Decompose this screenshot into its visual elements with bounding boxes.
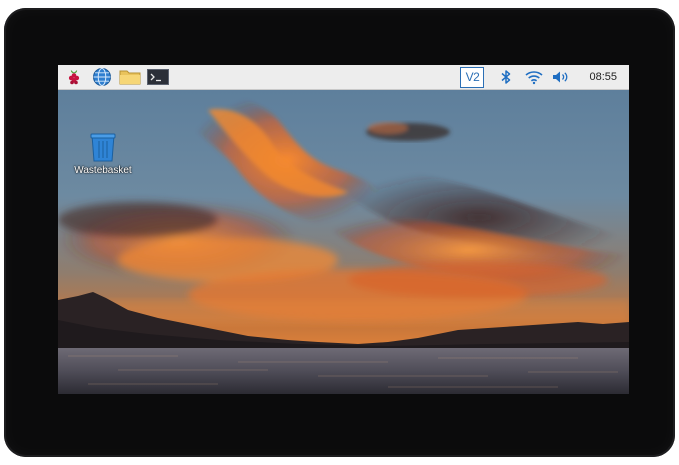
vnc-icon: V2 — [465, 70, 480, 84]
web-browser-icon — [93, 68, 111, 86]
desktop-icon-label: Wastebasket — [74, 165, 132, 176]
volume-icon — [553, 71, 568, 83]
bluetooth-icon — [501, 70, 511, 84]
file-manager-button[interactable] — [119, 66, 141, 88]
raspberry-menu-icon — [68, 70, 80, 85]
bluetooth-button[interactable] — [493, 66, 519, 88]
wastebasket-icon — [90, 133, 116, 162]
volume-button[interactable] — [549, 66, 573, 88]
taskbar-launchers — [58, 65, 169, 89]
screen: Wastebasket V2 08:55 — [58, 65, 629, 394]
clock[interactable]: 08:55 — [573, 66, 623, 88]
file-manager-icon — [119, 70, 141, 85]
vnc-server-button[interactable]: V2 — [460, 66, 485, 88]
taskbar: V2 08:55 — [58, 65, 629, 90]
system-tray: V2 08:55 — [460, 65, 629, 89]
terminal-icon — [147, 69, 169, 85]
wifi-icon — [525, 71, 543, 85]
main-menu-button[interactable] — [63, 66, 85, 88]
wifi-button[interactable] — [519, 66, 549, 88]
terminal-button[interactable] — [147, 66, 169, 88]
desktop-icon-wastebasket[interactable]: Wastebasket — [66, 131, 140, 176]
display-bezel: Wastebasket V2 08:55 — [4, 8, 675, 457]
web-browser-button[interactable] — [91, 66, 113, 88]
desktop-wallpaper — [58, 90, 629, 394]
